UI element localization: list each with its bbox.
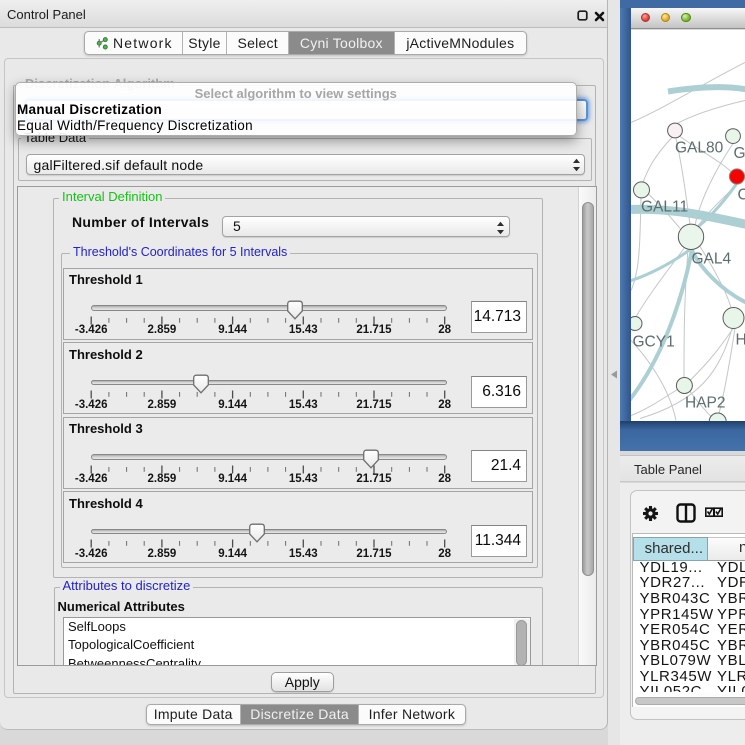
svg-text:GAL80: GAL80 <box>675 139 724 156</box>
svg-text:GA: GA <box>734 145 745 162</box>
svg-text:GAL4: GAL4 <box>692 250 732 267</box>
svg-text:CY: CY <box>738 186 745 203</box>
svg-text:H: H <box>736 331 745 348</box>
svg-text:HAP2: HAP2 <box>685 394 726 411</box>
svg-text:GCY1: GCY1 <box>633 333 675 350</box>
svg-text:GAL11: GAL11 <box>641 198 688 215</box>
